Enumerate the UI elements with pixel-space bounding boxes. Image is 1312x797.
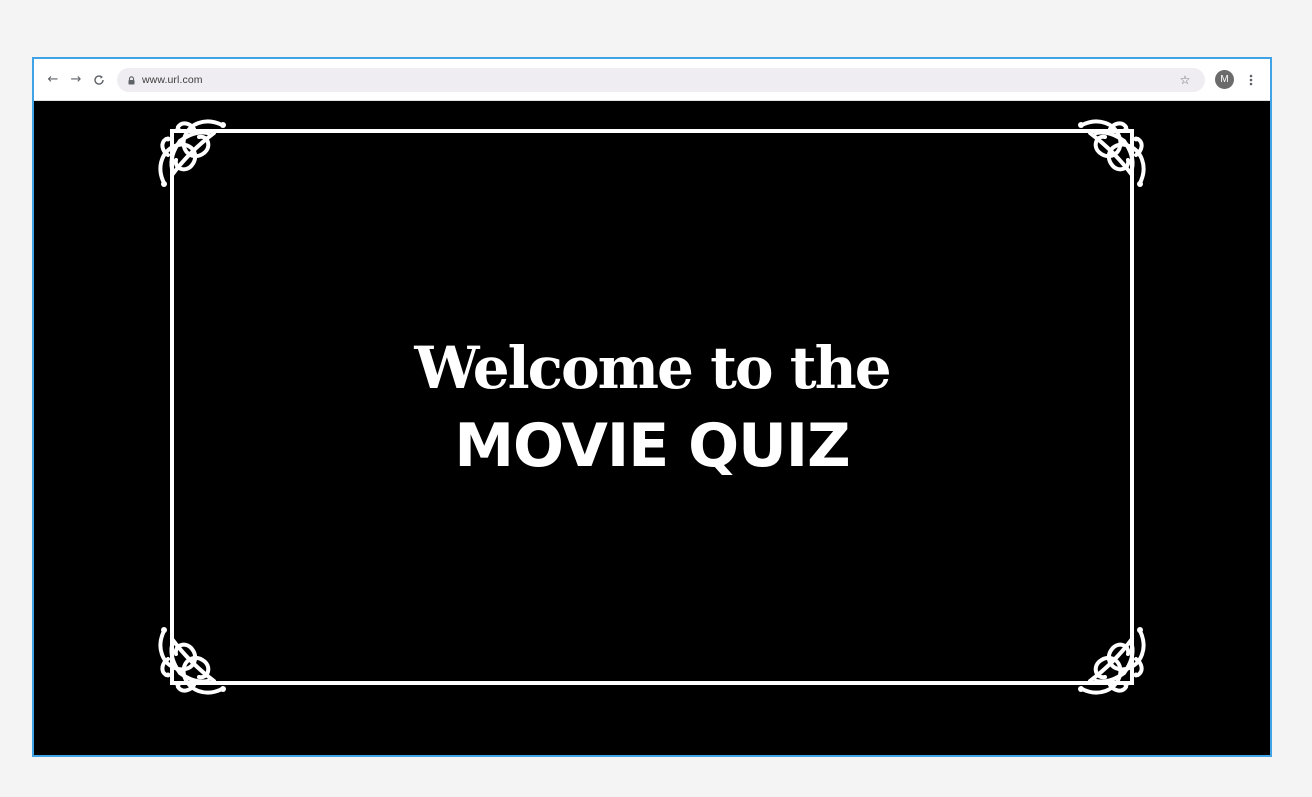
title-line-welcome: Welcome to the bbox=[414, 334, 891, 402]
reload-icon[interactable] bbox=[90, 71, 108, 89]
quiz-title: Welcome to the MOVIE QUIZ bbox=[34, 333, 1270, 489]
forward-arrow-icon[interactable]: → bbox=[67, 71, 85, 89]
browser-window: ← → www.url.com ☆ M Welcome to the MOVIE… bbox=[32, 57, 1272, 757]
back-arrow-icon[interactable]: ← bbox=[44, 71, 62, 89]
page-content: Welcome to the MOVIE QUIZ bbox=[34, 101, 1270, 755]
title-line-movie-quiz: MOVIE QUIZ bbox=[454, 411, 850, 481]
kebab-menu-icon[interactable] bbox=[1244, 71, 1258, 89]
url-text: www.url.com bbox=[142, 74, 203, 86]
address-bar[interactable]: www.url.com ☆ bbox=[117, 68, 1205, 92]
star-icon[interactable]: ☆ bbox=[1177, 72, 1193, 88]
lock-icon bbox=[127, 75, 136, 85]
browser-toolbar: ← → www.url.com ☆ M bbox=[34, 59, 1270, 101]
avatar[interactable]: M bbox=[1215, 70, 1234, 89]
